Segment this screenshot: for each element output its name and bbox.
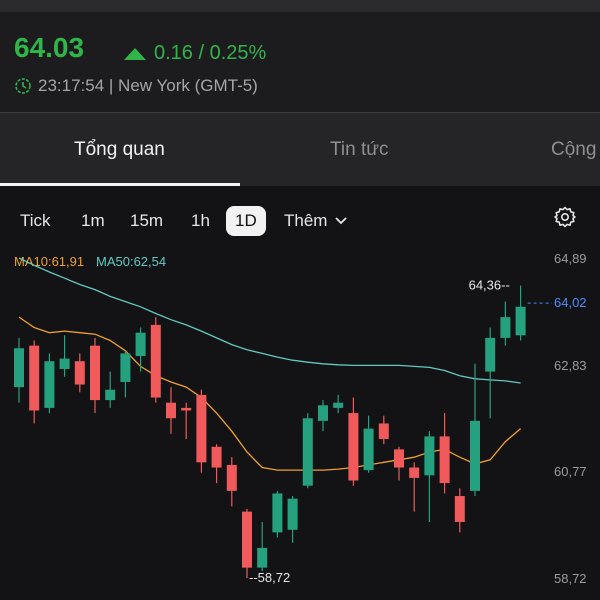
tab-community[interactable]: Cộng — [551, 139, 596, 161]
period-tick[interactable]: Tick — [20, 206, 51, 236]
chevron-down-icon — [335, 217, 348, 225]
chart-area — [0, 186, 600, 600]
quote-header: 64.03 0.16 / 0.25% 23:17:54 | New York (… — [0, 12, 600, 112]
tab-news[interactable]: Tin tức — [330, 139, 388, 161]
clock-icon — [15, 78, 31, 94]
y-tick-label: 62,83 — [554, 358, 587, 373]
change-text: 0.16 / 0.25% — [154, 42, 267, 64]
y-tick-label: 60,77 — [554, 464, 587, 479]
period-1m[interactable]: 1m — [81, 206, 105, 236]
market-time: 23:17:54 | New York (GMT-5) — [14, 76, 258, 96]
more-label: Thêm — [284, 211, 328, 230]
more-periods-button[interactable]: Thêm — [284, 206, 348, 236]
ma10-label: MA10:61,91 — [14, 254, 85, 269]
y-tick-label: 58,72 — [554, 571, 587, 586]
ma50-label: MA50:62,54 — [96, 254, 167, 269]
up-arrow-icon — [124, 47, 146, 60]
tab-bar: Tổng quan Tin tức Cộng — [0, 112, 600, 187]
last-price: 64.03 — [14, 32, 85, 63]
period-15m[interactable]: 15m — [130, 206, 163, 236]
y-tick-label: 64,89 — [554, 251, 587, 266]
settings-gear-icon[interactable] — [553, 205, 577, 229]
time-text: 23:17:54 | New York (GMT-5) — [38, 76, 258, 95]
tab-overview[interactable]: Tổng quan — [74, 139, 165, 161]
period-1d[interactable]: 1D — [226, 206, 266, 236]
period-1h[interactable]: 1h — [191, 206, 210, 236]
price-change: 0.16 / 0.25% — [124, 42, 266, 65]
